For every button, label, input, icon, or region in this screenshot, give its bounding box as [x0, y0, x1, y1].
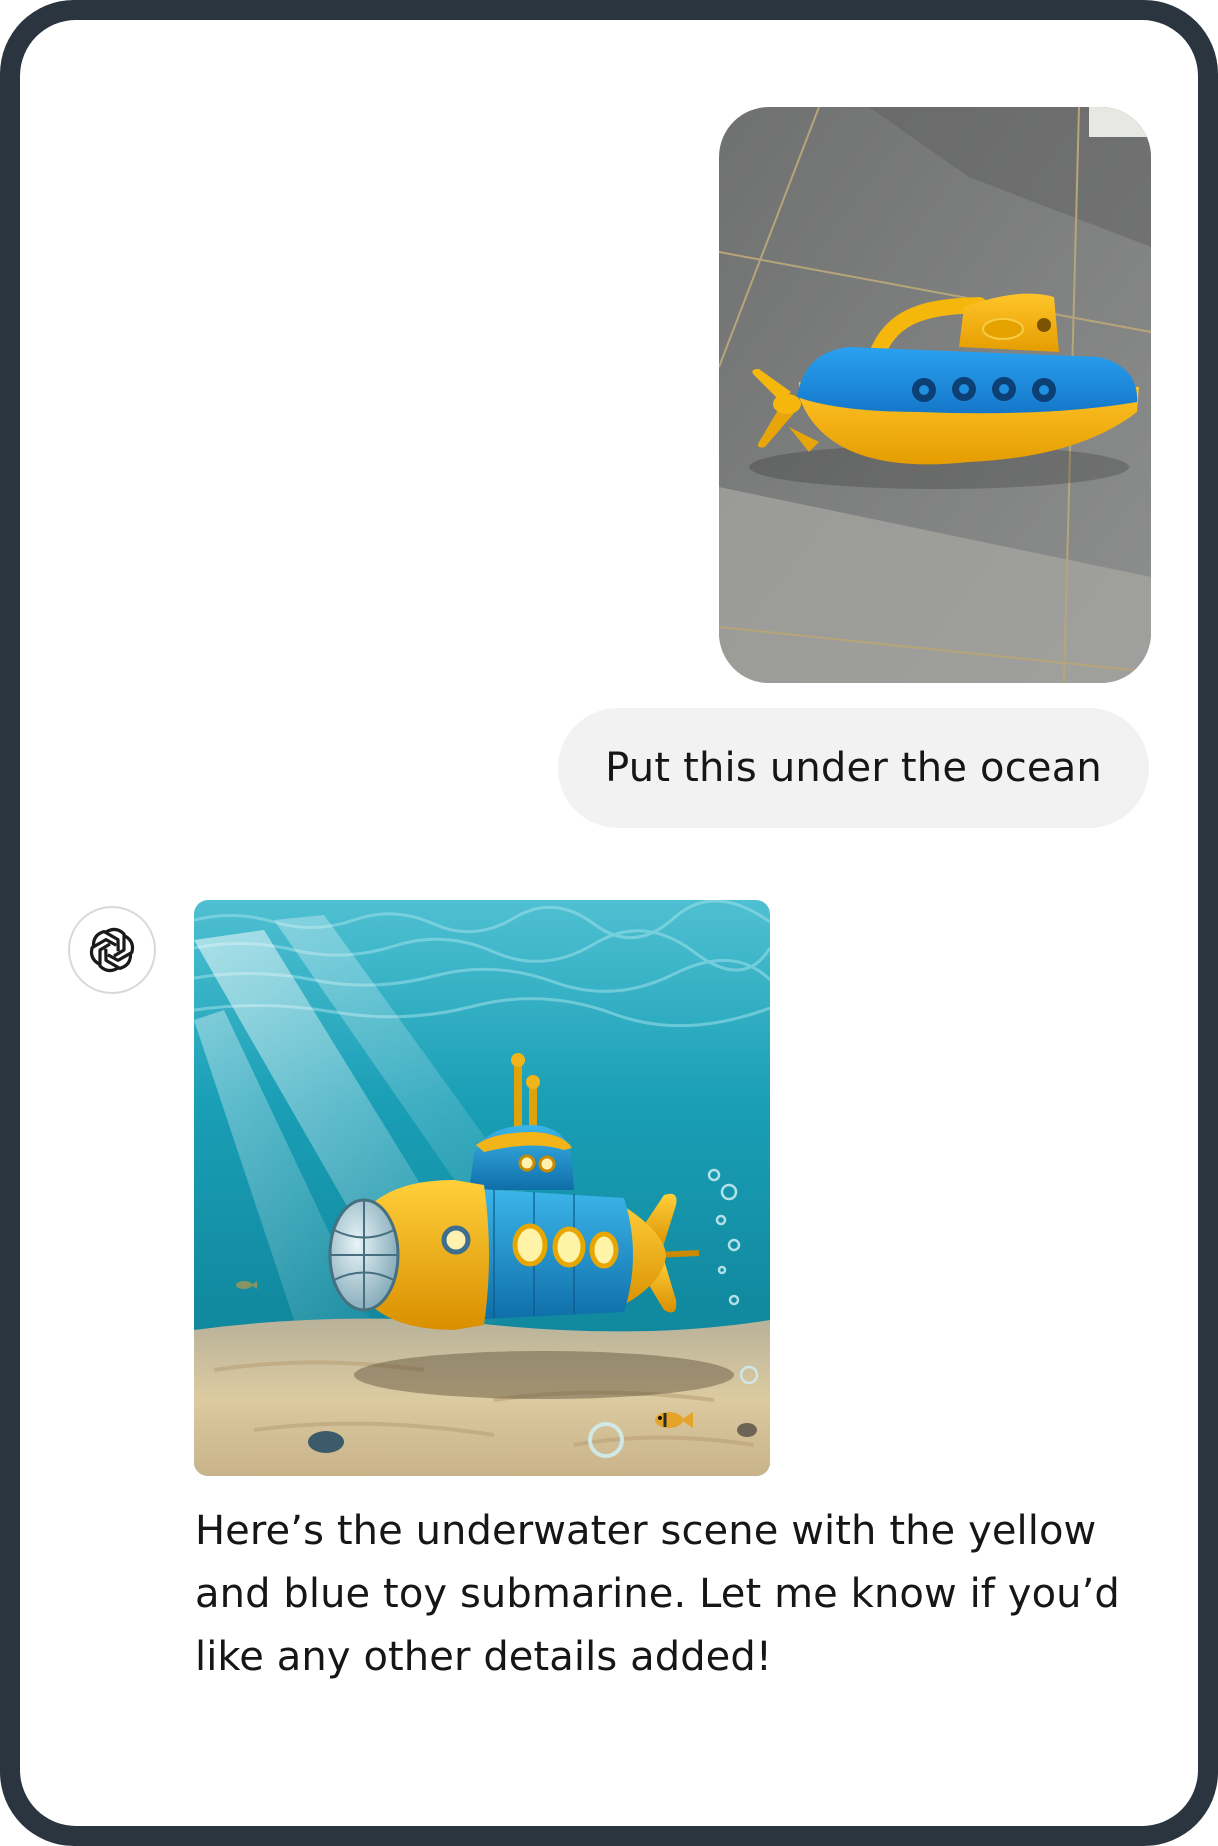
chat-screen: Put this under the ocean Here’s the unde… — [20, 20, 1198, 1826]
openai-logo-icon — [89, 927, 135, 973]
device-frame: Put this under the ocean Here’s the unde… — [0, 0, 1218, 1846]
assistant-avatar — [68, 906, 156, 994]
user-message-bubble: Put this under the ocean — [558, 708, 1149, 828]
user-uploaded-photo[interactable] — [719, 107, 1151, 683]
toy-submarine-photo-icon — [719, 107, 1151, 683]
assistant-message-text: Here’s the underwater scene with the yel… — [195, 1508, 1120, 1680]
user-message-text: Put this under the ocean — [605, 745, 1102, 791]
assistant-generated-image[interactable] — [194, 900, 770, 1476]
underwater-submarine-image-icon — [194, 900, 770, 1476]
